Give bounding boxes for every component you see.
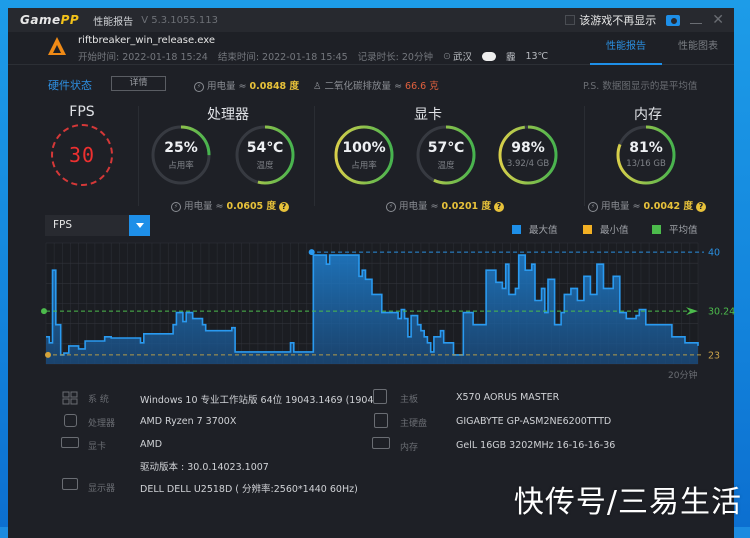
motherboard-label: 主板 [400, 395, 419, 405]
disk-label: 主硬盘 [400, 419, 428, 429]
os-value: Windows 10 专业工作站版 64位 19043.1469 (1904 [140, 395, 374, 406]
max-value-label: 40 [708, 248, 720, 259]
ram-icon [372, 437, 390, 449]
os-label: 系 统 [88, 395, 109, 405]
min-point [45, 351, 51, 358]
ram-value: GelL 16GB 3202MHz 16-16-16-36 [456, 440, 616, 451]
watermark: 快传号/三易生活 [513, 485, 742, 520]
motherboard-value: X570 AORUS MASTER [456, 392, 560, 403]
avg-value-label: 30.24 [708, 307, 735, 318]
gpu-label: 显卡 [88, 442, 107, 452]
cpu-label: 处理器 [88, 419, 116, 429]
motherboard-icon [373, 389, 387, 404]
cpu-chip-icon [64, 414, 77, 427]
avg-point [41, 308, 47, 315]
disk-value: GIGABYTE GP-ASM2NE6200TTTD [456, 416, 612, 427]
max-point [308, 249, 315, 256]
hard-disk-icon [374, 413, 388, 428]
monitor-value: DELL DELL U2518D ( 分辨率:2560*1440 60Hz) [140, 484, 358, 495]
ram-label: 内存 [400, 443, 419, 453]
gpu-driver-version: 驱动版本 : 30.0.14023.1007 [140, 462, 269, 473]
monitor-label: 显示器 [88, 484, 116, 494]
gpu-value: AMD [140, 439, 163, 450]
min-value-label: 23 [708, 350, 720, 361]
x-axis-label: 20分钟 [668, 371, 698, 381]
cpu-value: AMD Ryzen 7 3700X [140, 416, 237, 427]
monitor-icon [62, 478, 78, 490]
graphics-card-icon [61, 437, 79, 448]
windows-icon [62, 390, 78, 405]
